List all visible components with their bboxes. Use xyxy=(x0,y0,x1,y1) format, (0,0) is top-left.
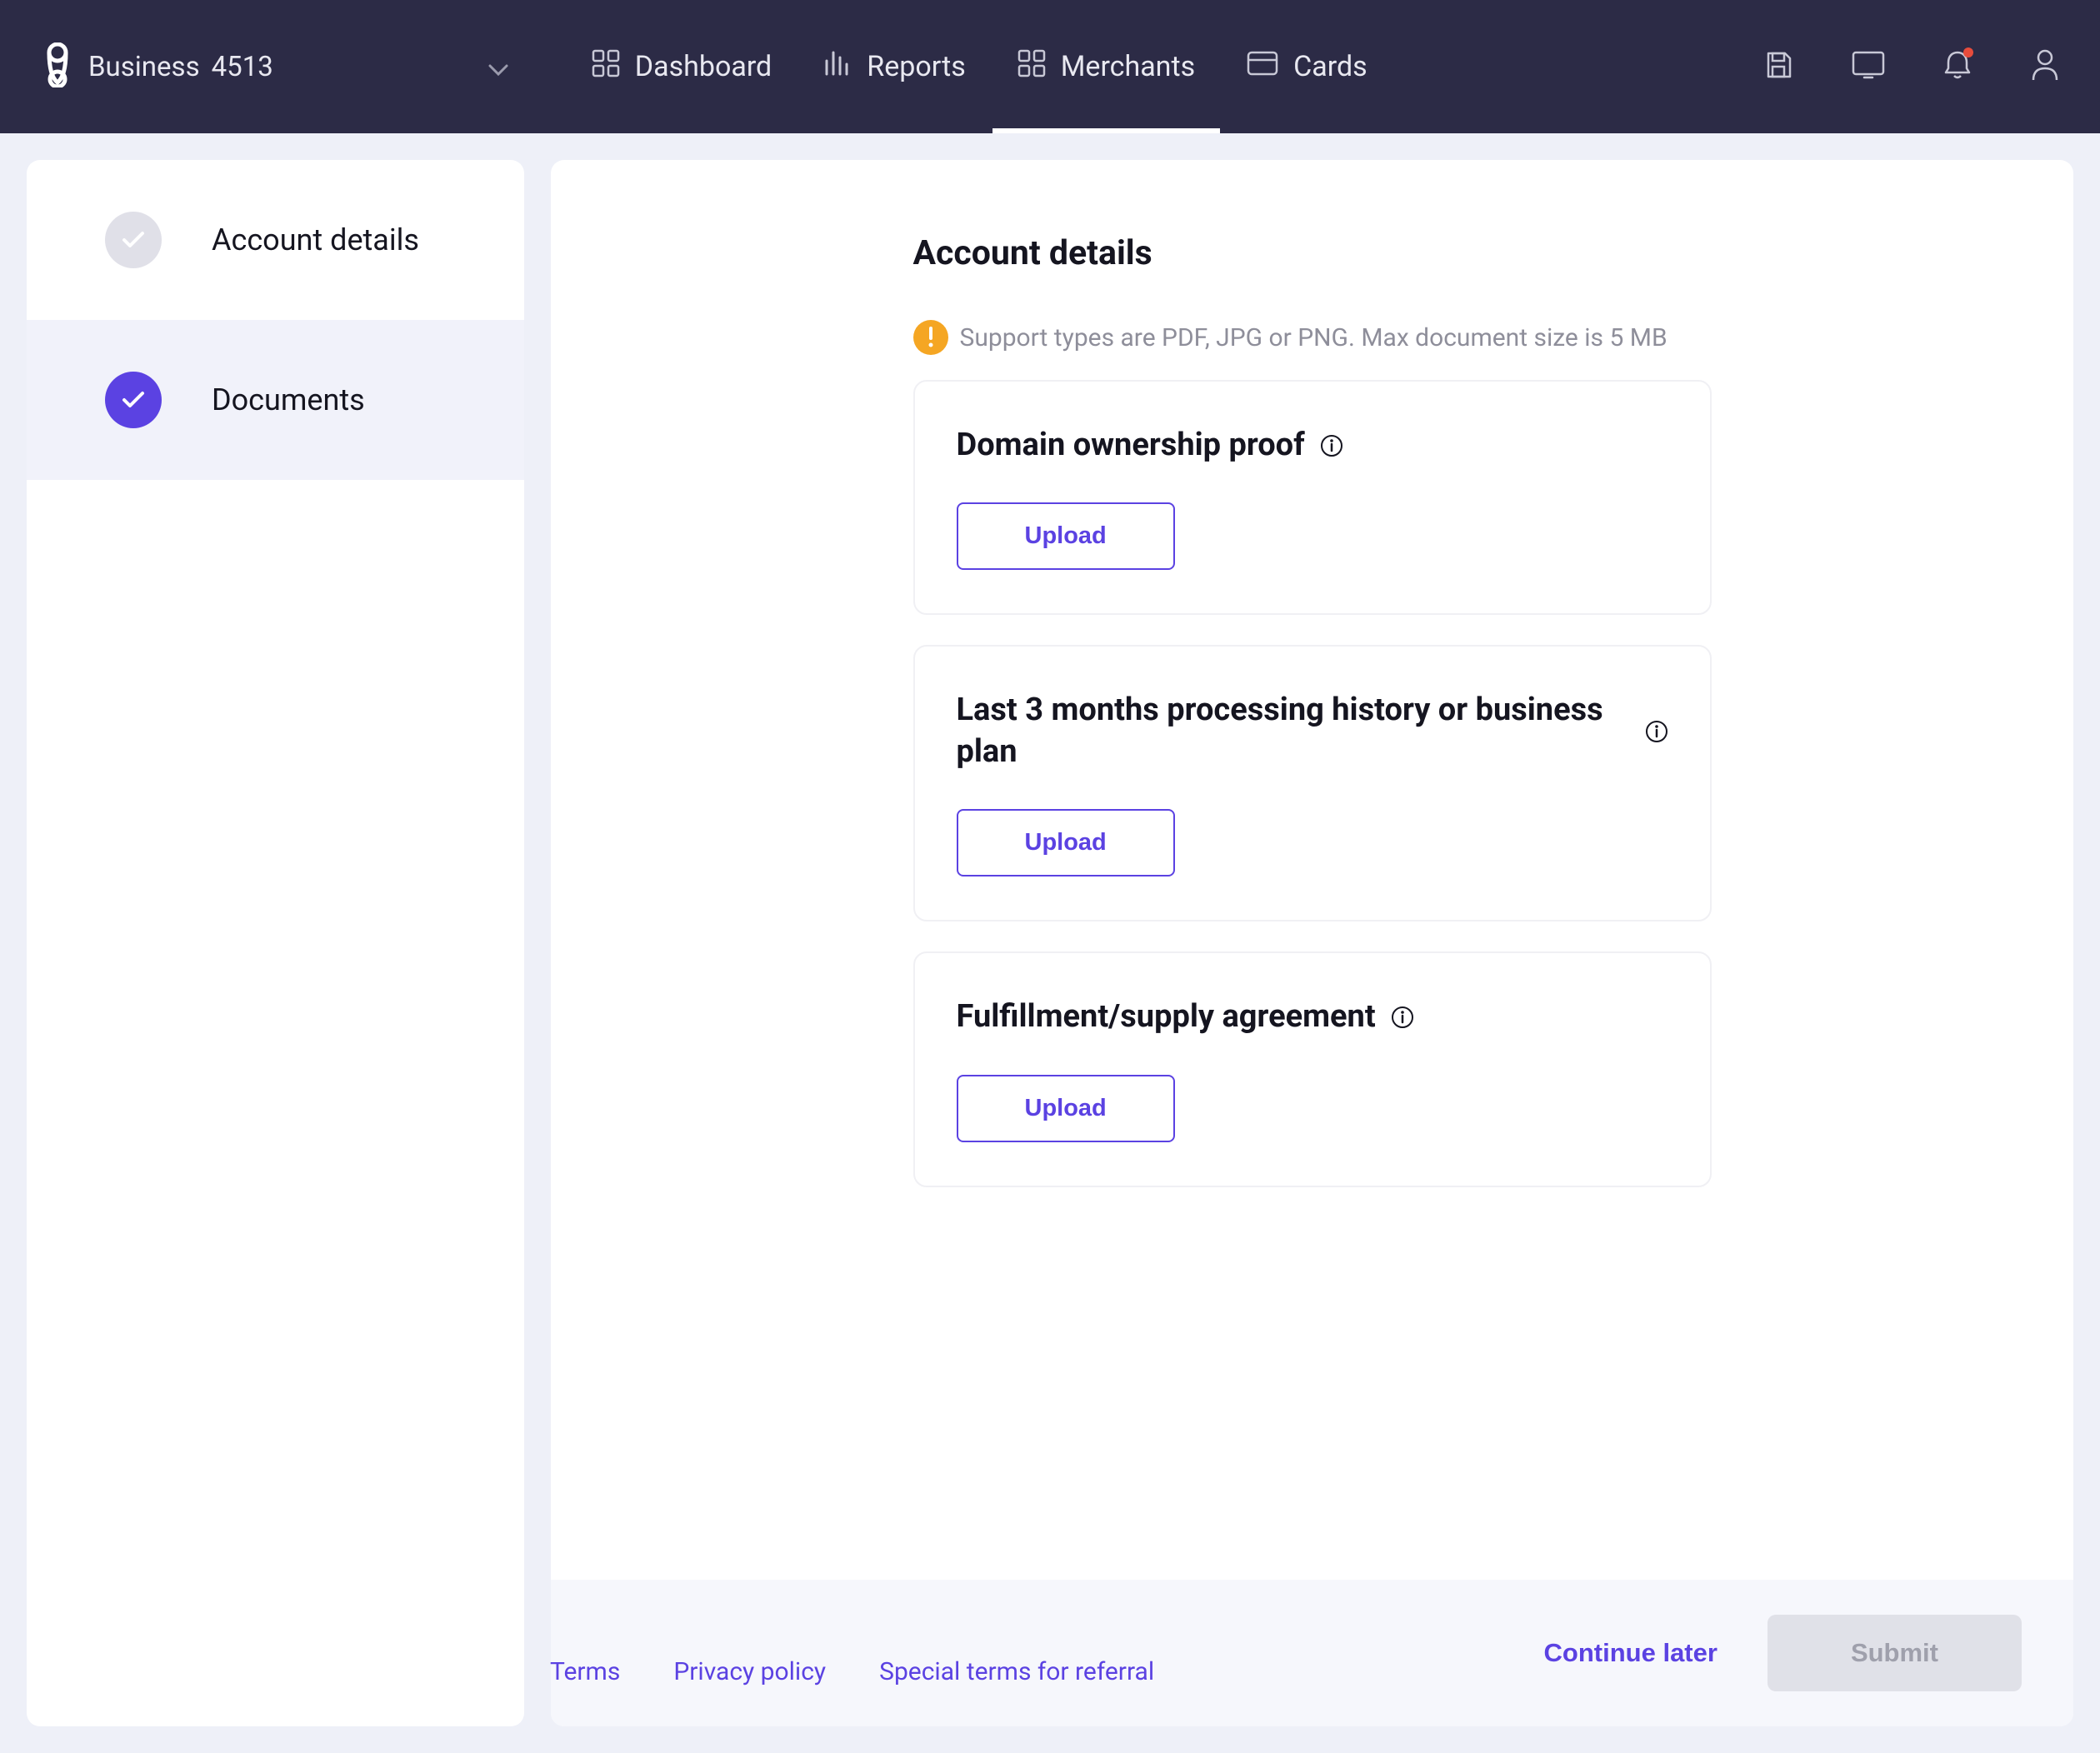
save-icon[interactable] xyxy=(1763,50,1793,83)
sidebar: Account details Documents xyxy=(27,160,524,1726)
info-icon[interactable] xyxy=(1645,720,1668,743)
upload-card-title: Fulfillment/supply agreement xyxy=(957,996,1668,1037)
nav-items: Dashboard Reports xyxy=(592,0,1368,133)
notification-icon[interactable] xyxy=(1943,49,1972,84)
step-indicator-current xyxy=(105,372,162,428)
nav-label: Merchants xyxy=(1061,50,1195,83)
monitor-icon[interactable] xyxy=(1852,51,1885,82)
logo xyxy=(40,42,75,91)
merchants-icon xyxy=(1018,49,1046,85)
business-id: 4513 xyxy=(212,51,273,83)
footer-link-privacy[interactable]: Privacy policy xyxy=(673,1657,826,1686)
user-icon[interactable] xyxy=(2030,48,2060,85)
dashboard-icon xyxy=(592,49,620,85)
content-panel: Account details Support types are PDF, J… xyxy=(551,160,2073,1726)
chevron-down-icon xyxy=(488,51,508,83)
upload-card-agreement: Fulfillment/supply agreement Upload xyxy=(913,951,1712,1186)
nav-dashboard[interactable]: Dashboard xyxy=(592,0,772,133)
nav-label: Reports xyxy=(867,50,966,83)
content-footer: Continue later Submit xyxy=(551,1580,2073,1726)
sidebar-item-label: Documents xyxy=(212,382,365,417)
reports-icon xyxy=(823,49,852,85)
sidebar-item-documents[interactable]: Documents xyxy=(27,320,524,480)
info-icon[interactable] xyxy=(1320,434,1343,457)
header: Business 4513 Dashboard xyxy=(0,0,2100,133)
cards-icon xyxy=(1247,50,1278,83)
nav-cards[interactable]: Cards xyxy=(1247,0,1368,133)
content-body: Account details Support types are PDF, J… xyxy=(551,160,2073,1580)
notification-dot xyxy=(1963,47,1973,57)
sidebar-item-label: Account details xyxy=(212,222,419,257)
info-text: Support types are PDF, JPG or PNG. Max d… xyxy=(960,323,1668,352)
step-indicator-completed xyxy=(105,212,162,268)
header-actions xyxy=(1763,48,2060,85)
info-banner: Support types are PDF, JPG or PNG. Max d… xyxy=(913,320,1712,355)
business-selector[interactable]: Business 4513 xyxy=(88,51,508,83)
nav-merchants[interactable]: Merchants xyxy=(1018,0,1195,133)
continue-later-button[interactable]: Continue later xyxy=(1544,1638,1718,1668)
upload-button[interactable]: Upload xyxy=(957,809,1175,876)
business-label: Business xyxy=(88,51,200,83)
upload-button[interactable]: Upload xyxy=(957,502,1175,570)
submit-button[interactable]: Submit xyxy=(1768,1615,2022,1691)
footer-link-terms[interactable]: Terms xyxy=(550,1657,620,1686)
upload-button[interactable]: Upload xyxy=(957,1075,1175,1142)
upload-card-title: Last 3 months processing history or busi… xyxy=(957,690,1668,772)
upload-card-history: Last 3 months processing history or busi… xyxy=(913,645,1712,921)
nav-label: Cards xyxy=(1293,50,1368,83)
page-footer: Terms Privacy policy Special terms for r… xyxy=(550,1657,1154,1686)
upload-card-domain: Domain ownership proof Upload xyxy=(913,380,1712,615)
footer-link-referral[interactable]: Special terms for referral xyxy=(879,1657,1154,1686)
info-icon[interactable] xyxy=(1391,1006,1414,1029)
page-title: Account details xyxy=(913,233,1712,273)
warning-icon xyxy=(913,320,948,355)
sidebar-item-account-details[interactable]: Account details xyxy=(27,160,524,320)
nav-label: Dashboard xyxy=(635,50,772,83)
nav-reports[interactable]: Reports xyxy=(823,0,966,133)
upload-card-title: Domain ownership proof xyxy=(957,425,1668,466)
